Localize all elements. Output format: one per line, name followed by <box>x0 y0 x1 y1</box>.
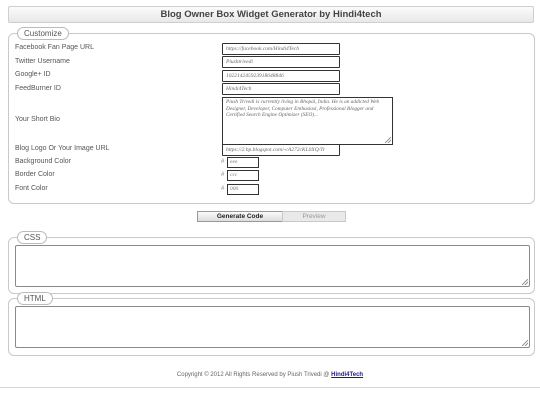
background-color-input[interactable]: eee <box>227 157 259 168</box>
image-url-input[interactable]: https://2.bp.blogspot.com/-cA272cKL0XQ/T… <box>222 144 340 156</box>
css-output-textarea[interactable] <box>15 245 530 287</box>
twitter-username-label: Twitter Username <box>15 58 70 65</box>
image-url-label: Blog Logo Or Your Image URL <box>15 145 110 152</box>
css-legend: CSS <box>17 231 48 244</box>
twitter-username-input[interactable]: Piushtrivedi <box>222 56 340 68</box>
feedburner-id-input[interactable]: Hindi4Tech <box>222 83 340 95</box>
hash-symbol: # <box>221 159 225 165</box>
footer-divider <box>0 387 540 388</box>
customize-legend: Customize <box>17 27 69 40</box>
font-color-input[interactable]: 000 <box>227 184 259 195</box>
google-plus-id-input[interactable]: 102214245923918648846 <box>222 70 340 82</box>
resize-grip-icon[interactable] <box>522 279 528 285</box>
border-color-input[interactable]: ccc <box>227 170 259 181</box>
footer: Copyright © 2012 All Rights Reserved by … <box>0 372 540 378</box>
facebook-url-input[interactable]: https://facebook.com/Hindi4Tech <box>222 43 340 55</box>
preview-button[interactable]: Preview <box>282 211 346 222</box>
copyright-text: Copyright © 2012 All Rights Reserved by … <box>176 372 330 378</box>
border-color-label: Border Color <box>15 171 55 178</box>
resize-grip-icon[interactable] <box>522 340 528 346</box>
short-bio-text: Piush Trivedi is currently living in Bho… <box>226 99 380 118</box>
hindi4tech-link[interactable]: Hindi4Tech <box>331 372 363 378</box>
facebook-url-label: Facebook Fan Page URL <box>15 44 94 51</box>
hash-symbol: # <box>221 186 225 192</box>
background-color-label: Background Color <box>15 158 72 165</box>
feedburner-id-label: FeedBurner ID <box>15 85 61 92</box>
font-color-label: Font Color <box>15 185 48 192</box>
short-bio-label: Your Short Bio <box>15 116 60 123</box>
resize-grip-icon[interactable] <box>385 137 391 143</box>
page-title: Blog Owner Box Widget Generator by Hindi… <box>8 6 534 23</box>
generate-code-button[interactable]: Generate Code <box>197 211 283 222</box>
short-bio-textarea[interactable]: Piush Trivedi is currently living in Bho… <box>222 97 393 145</box>
google-plus-id-label: Google+ ID <box>15 71 51 78</box>
html-legend: HTML <box>17 292 53 305</box>
hash-symbol: # <box>221 172 225 178</box>
html-output-textarea[interactable] <box>15 306 530 348</box>
